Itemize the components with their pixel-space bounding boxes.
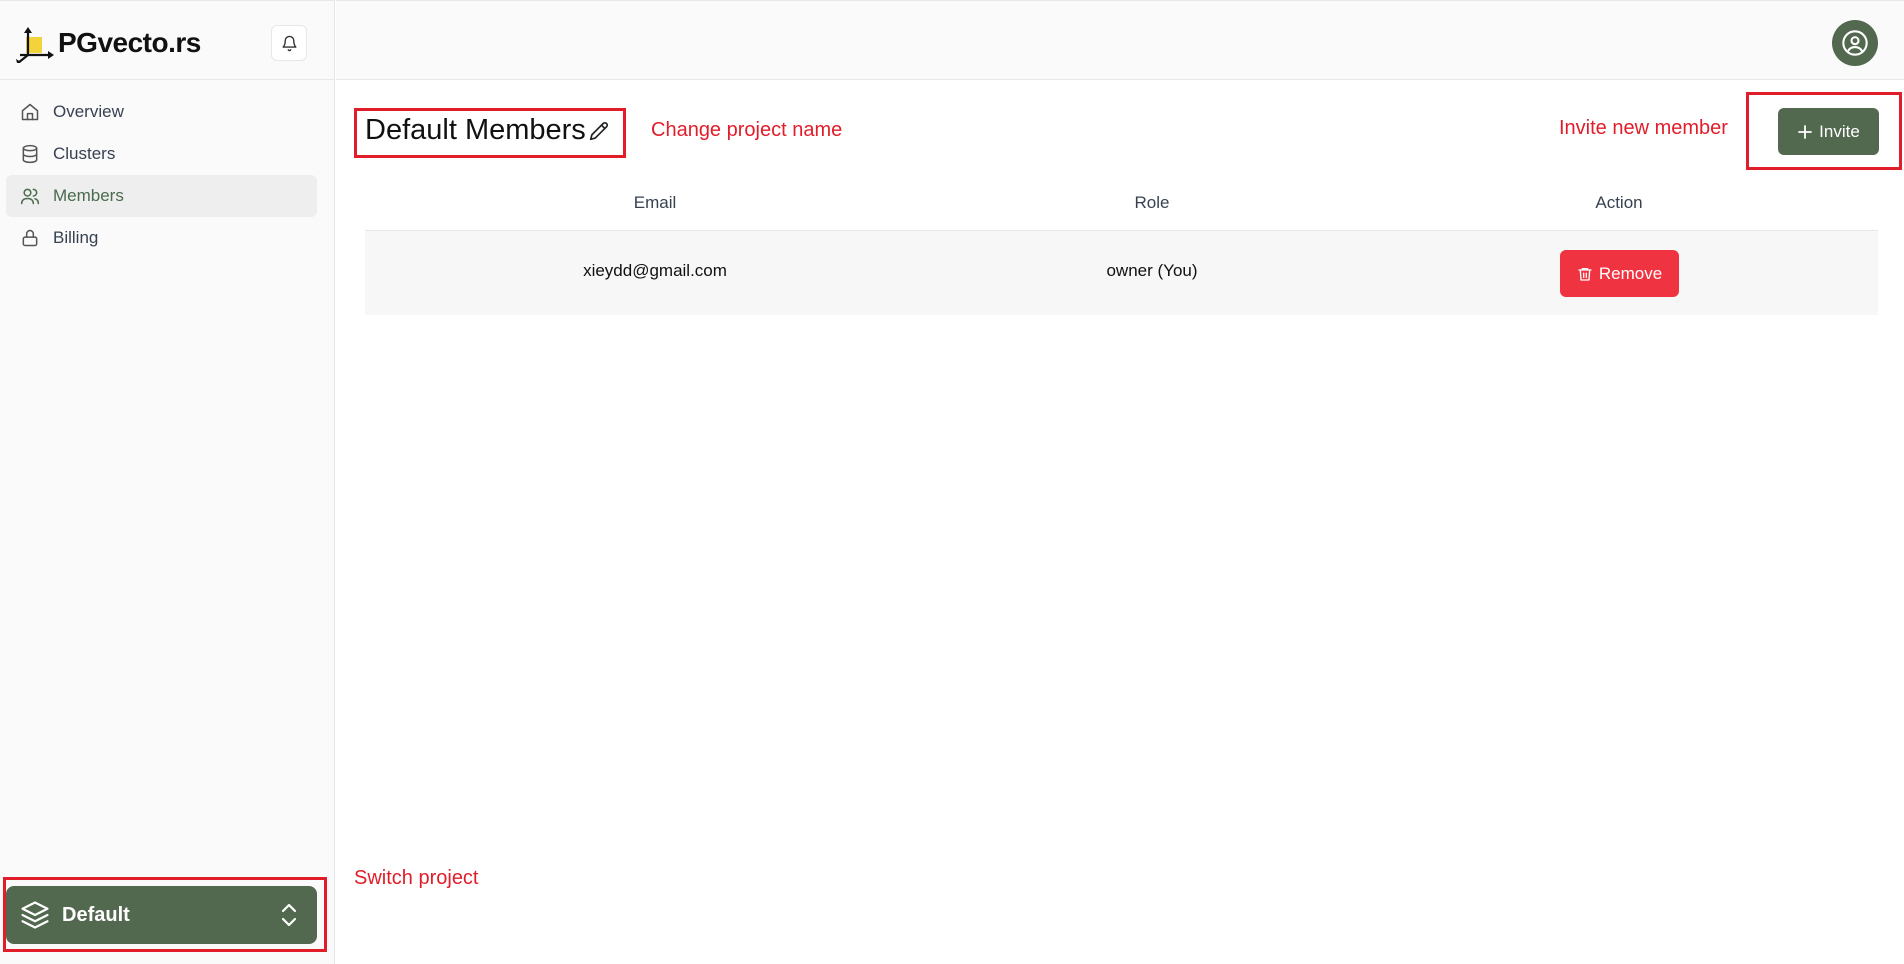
sidebar-item-overview[interactable]: Overview xyxy=(6,91,317,133)
column-header-role: Role xyxy=(1134,193,1170,212)
sidebar-header: PGvecto.rs xyxy=(0,0,334,80)
invite-label: Invite xyxy=(1819,121,1860,141)
topbar xyxy=(336,0,1904,80)
annotation-invite-new-member: Invite new member xyxy=(1559,117,1728,139)
chevrons-up-down-icon xyxy=(279,901,299,929)
trash-icon xyxy=(1577,265,1593,283)
plus-icon xyxy=(1797,124,1813,140)
annotation-change-project-name: Change project name xyxy=(651,119,843,141)
project-name: Default xyxy=(62,903,130,926)
sidebar-nav: Overview Clusters Members Billing xyxy=(6,91,317,259)
logo-text: PGvecto.rs xyxy=(58,27,201,58)
table-header: Email Role Action xyxy=(365,180,1878,231)
invite-button[interactable]: Invite xyxy=(1778,108,1879,155)
sidebar-item-billing[interactable]: Billing xyxy=(6,217,317,259)
pencil-icon[interactable] xyxy=(589,121,609,141)
column-header-email: Email xyxy=(633,193,677,212)
bell-icon xyxy=(281,35,298,52)
annotation-switch-project: Switch project xyxy=(354,867,479,889)
remove-member-button[interactable]: Remove xyxy=(1560,250,1679,297)
remove-label: Remove xyxy=(1598,263,1663,283)
member-role: owner (You) xyxy=(1106,261,1198,280)
table-row: xieydd@gmail.com owner (You) Remove xyxy=(365,231,1878,315)
sidebar-item-label: Overview xyxy=(53,102,124,121)
sidebar-item-label: Billing xyxy=(53,228,99,247)
pgvecto-logo-icon xyxy=(14,23,54,63)
member-email: xieydd@gmail.com xyxy=(583,261,727,280)
sidebar: PGvecto.rs Overview Clusters Members Bil… xyxy=(0,0,335,964)
members-table: Email Role Action xieydd@gmail.com owner… xyxy=(365,180,1878,315)
user-avatar-button[interactable] xyxy=(1832,20,1878,66)
lock-icon xyxy=(20,228,40,248)
sidebar-item-label: Clusters xyxy=(53,144,116,163)
project-switcher[interactable]: Default xyxy=(6,886,317,944)
users-icon xyxy=(20,186,40,206)
column-header-action: Action xyxy=(1595,193,1643,212)
database-icon xyxy=(20,144,40,164)
user-circle-icon xyxy=(1841,29,1869,57)
sidebar-item-members[interactable]: Members xyxy=(6,175,317,217)
notifications-button[interactable] xyxy=(271,25,307,61)
page-title: Default Members xyxy=(365,114,586,146)
sidebar-item-clusters[interactable]: Clusters xyxy=(6,133,317,175)
layers-icon xyxy=(20,900,50,930)
sidebar-item-label: Members xyxy=(53,186,124,205)
home-icon xyxy=(20,102,40,122)
logo[interactable]: PGvecto.rs xyxy=(14,23,201,63)
